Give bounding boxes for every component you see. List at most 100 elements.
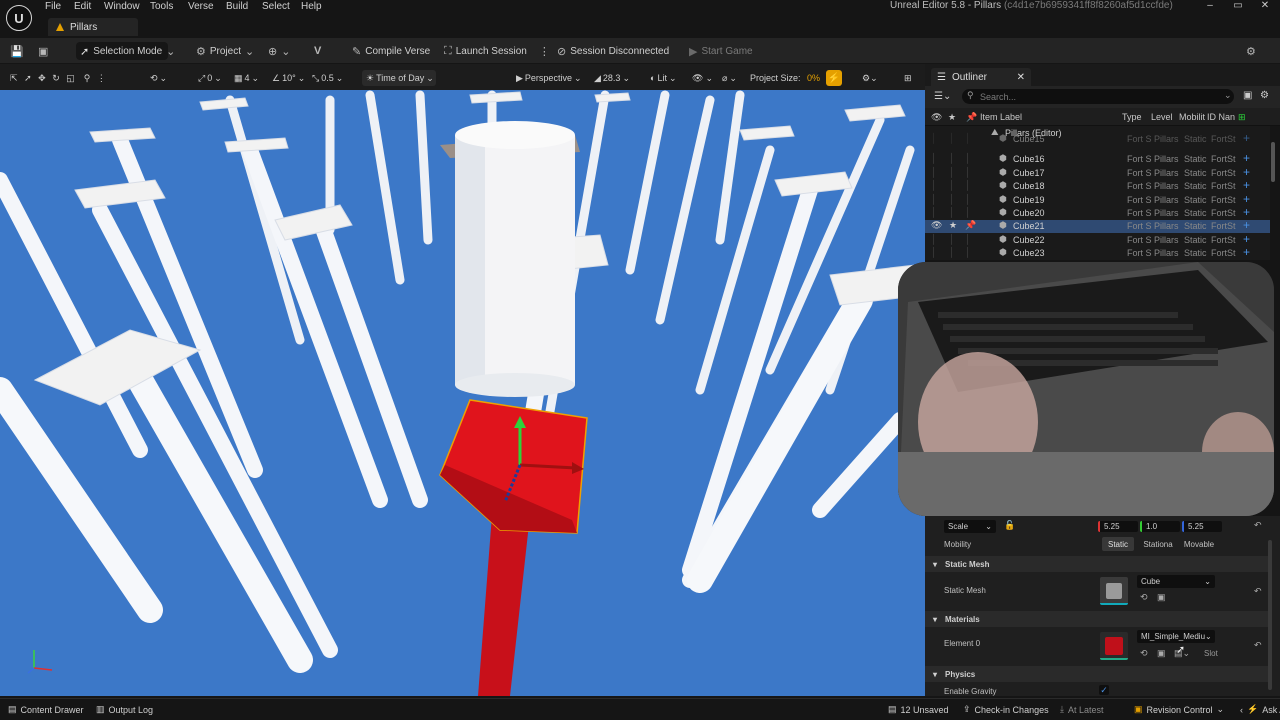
eye-icon[interactable]: │ [931, 167, 937, 177]
star-icon[interactable]: ★ [949, 220, 957, 231]
outliner-row-cube20[interactable]: │ │ │ ⬢ Cube20 Fort S Pillars Static FortSt + [925, 205, 1270, 220]
outliner-row-cube15[interactable]: │ │ │ ⬢ Cube15 Fort S Pillars Static FortSt + [925, 131, 1270, 146]
menu-select[interactable]: Select [262, 1, 290, 12]
close-tab-icon[interactable]: ✕ [1017, 72, 1025, 83]
time-of-day-dropdown[interactable]: ☀ Time of Day ⌄ [362, 70, 436, 86]
outliner-row-cube23[interactable]: │ │ │ ⬢ Cube23 Fort S Pillars Static FortSt + [925, 245, 1270, 260]
scale-type-dropdown[interactable]: Scale ⌄ [944, 520, 996, 533]
start-game-button[interactable]: ▶ Start Game [689, 43, 753, 59]
column-item-label[interactable]: Item Label [980, 112, 1022, 122]
eye-icon[interactable]: │ [931, 234, 937, 244]
menu-file[interactable]: File [45, 1, 61, 12]
menu-help[interactable]: Help [301, 1, 322, 12]
fov-dropdown[interactable]: ◢ 28.3 ⌄ [594, 72, 630, 84]
static-mesh-thumbnail[interactable] [1100, 577, 1128, 605]
outliner-search-input[interactable]: Search... [962, 89, 1234, 104]
star-icon[interactable]: │ [949, 180, 955, 190]
pin-icon[interactable]: │ [965, 167, 971, 177]
add-icon[interactable]: + [1243, 165, 1250, 179]
transform-tools[interactable]: ⇱ ➚ ✥ ↻ ◱ ⚲ ⋮ [10, 72, 106, 84]
eye-icon[interactable]: │ [931, 180, 937, 190]
compile-verse-button[interactable]: ✎ Compile Verse [352, 43, 430, 59]
filter-icon[interactable]: ☰⌄ [934, 91, 951, 102]
rotate-icon[interactable]: ↻ [52, 73, 60, 84]
outliner-row-cube21[interactable]: 👁 ★ 📌 ⬢ Cube21 Fort S Pillars Static FortSt + [925, 218, 1270, 234]
eye-icon[interactable]: │ [931, 153, 937, 163]
settings-cog-icon[interactable]: ⚙ [1246, 43, 1256, 59]
mobility-movable[interactable]: Movable [1182, 537, 1216, 551]
document-tab-pillars[interactable]: Pillars [48, 18, 138, 36]
star-icon[interactable]: │ [949, 153, 955, 163]
menu-verse[interactable]: Verse [188, 1, 214, 12]
mobility-stationary[interactable]: Stationa [1138, 537, 1178, 551]
folder-add-icon[interactable]: ▣ [1243, 90, 1252, 101]
settings-icon[interactable]: ⚙ [1260, 90, 1269, 101]
outliner-row-cube18[interactable]: │ │ │ ⬢ Cube18 Fort S Pillars Static FortSt + [925, 178, 1270, 193]
pin-icon[interactable]: │ [965, 194, 971, 204]
check-in-button[interactable]: ⇪ Check-in Changes [963, 704, 1049, 715]
eye-icon[interactable]: 👁 [931, 220, 942, 231]
outliner-tab[interactable]: ☰ Outliner ✕ [931, 68, 1031, 86]
eye-icon[interactable]: │ [931, 247, 937, 257]
pin-icon[interactable]: │ [965, 247, 971, 257]
reset-icon[interactable]: ↶ [1254, 520, 1262, 531]
column-id-name[interactable]: ID Nan [1207, 112, 1235, 122]
outliner-row-cube16[interactable]: │ │ │ ⬢ Cube16 Fort S Pillars Static FortSt + [925, 151, 1270, 166]
add-actor-button[interactable]: ⊕ ⌄ [268, 43, 290, 59]
materials-section[interactable]: ▾ Materials [925, 611, 1270, 627]
grid-snap-toggle[interactable]: ▦ 4 ⌄ [234, 72, 259, 84]
revision-control-button[interactable]: ▣ Revision Control ⌄ [1134, 704, 1224, 715]
star-icon[interactable]: │ [949, 194, 955, 204]
column-add-icon[interactable]: ⊞ [1238, 112, 1246, 123]
folder-icon[interactable]: ▣ [1157, 592, 1166, 603]
close-window-button[interactable]: ✕ [1257, 0, 1273, 14]
eye-icon[interactable]: │ [931, 133, 937, 143]
layout-icon[interactable]: ⊞ [904, 72, 912, 84]
minimize-button[interactable]: – [1202, 0, 1218, 14]
selection-mode-dropdown[interactable]: ➚ Selection Mode ⌄ [76, 42, 175, 60]
surface-snap[interactable]: ⟲ ⌄ [150, 72, 167, 84]
at-latest-status[interactable]: ⤓ At Latest [1060, 704, 1104, 715]
pin-icon[interactable]: 📌 [965, 220, 976, 231]
ask-ai-button[interactable]: ‹ ⚡Ask AI [1240, 704, 1280, 715]
add-icon[interactable]: + [1243, 131, 1250, 145]
add-icon[interactable]: + [1243, 259, 1250, 260]
snap-rotation-toggle[interactable]: ⤢ 0 ⌄ [198, 72, 222, 84]
launch-session-button[interactable]: ⛶ Launch Session ⋮ [444, 43, 550, 59]
star-icon[interactable]: │ [949, 133, 955, 143]
scale-y-input[interactable]: 1.0 [1140, 521, 1180, 532]
header-eye-icon[interactable]: 👁 [931, 112, 942, 123]
folder-icon[interactable]: ▣ [1157, 648, 1166, 659]
static-mesh-section[interactable]: ▾ Static Mesh [925, 556, 1270, 572]
lit-dropdown[interactable]: ◐ Lit ⌄ [650, 72, 677, 84]
coordinate-icon[interactable]: ⚲ [84, 73, 91, 84]
add-icon[interactable]: + [1243, 192, 1250, 206]
pin-icon[interactable]: │ [965, 133, 971, 143]
scale-x-input[interactable]: 5.25 [1098, 521, 1138, 532]
level-viewport[interactable] [0, 90, 925, 696]
header-star-icon[interactable]: ★ [948, 112, 956, 123]
menu-window[interactable]: Window [104, 1, 140, 12]
add-icon[interactable]: + [1243, 232, 1250, 246]
pin-icon[interactable]: │ [965, 207, 971, 217]
unreal-logo-icon[interactable]: U [6, 5, 32, 31]
scale-icon[interactable]: ◱ [66, 73, 75, 84]
content-drawer-button[interactable]: ▤ Content Drawer [8, 704, 84, 715]
scale-z-input[interactable]: 5.25 [1182, 521, 1222, 532]
more-icon[interactable]: ⋮ [97, 73, 106, 84]
eye-icon[interactable]: │ [931, 207, 937, 217]
realtime-dropdown[interactable]: ⌀ ⌄ [722, 72, 737, 84]
add-icon[interactable]: + [1243, 205, 1250, 219]
add-icon[interactable]: + [1243, 245, 1250, 259]
maximize-button[interactable]: ▭ [1230, 0, 1246, 14]
add-icon[interactable]: + [1243, 178, 1250, 192]
star-icon[interactable]: │ [949, 247, 955, 257]
angle-snap-toggle[interactable]: ∠ 10° ⌄ [272, 72, 305, 84]
perspective-dropdown[interactable]: ▶ Perspective ⌄ [516, 72, 582, 84]
chevron-down-icon[interactable]: ⌄ [1224, 90, 1232, 101]
browse-asset-icon[interactable]: ⟲ [1140, 648, 1148, 659]
material-dropdown[interactable]: MI_Simple_Mediu ⌄ [1137, 630, 1215, 643]
reset-icon[interactable]: ↶ [1254, 640, 1262, 651]
add-icon[interactable]: + [1243, 218, 1250, 232]
lock-icon[interactable]: 🔓 [1004, 520, 1015, 531]
